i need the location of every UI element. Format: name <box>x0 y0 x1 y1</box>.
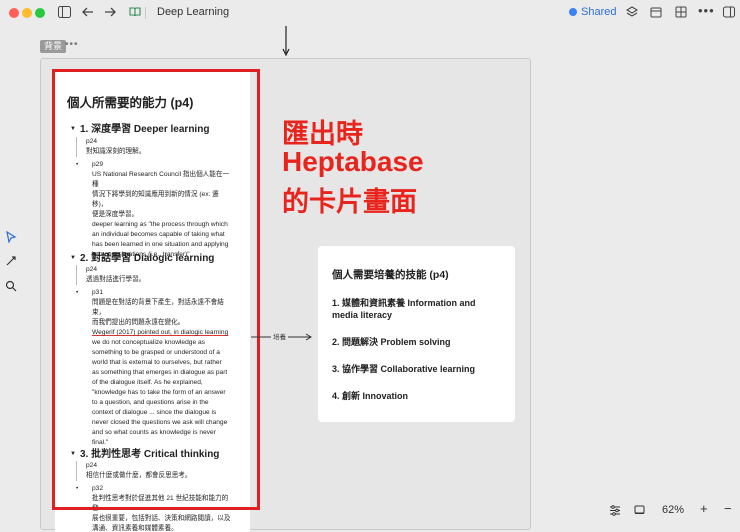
section-more-icon[interactable]: ••• <box>65 39 79 50</box>
settings-icon[interactable] <box>609 505 621 516</box>
forward-arrow-icon[interactable] <box>104 7 116 17</box>
red-highlight-box <box>52 69 260 510</box>
search-icon[interactable] <box>5 280 17 292</box>
toolbar-separator <box>145 7 146 19</box>
list-item: 4. 創新 Innovation <box>332 391 409 401</box>
title-bar: Deep Learning Shared ••• <box>0 0 740 26</box>
calendar-icon[interactable] <box>650 6 662 18</box>
list-item: 1. 媒體和資訊素養 Information and media literac… <box>332 298 476 320</box>
shared-label: Shared <box>581 6 617 18</box>
down-arrow-annotation <box>282 26 290 56</box>
shared-status[interactable]: Shared <box>569 6 616 18</box>
zoom-out-button[interactable]: − <box>724 501 732 516</box>
list-item: 3. 協作學習 Collaborative learning <box>332 364 476 374</box>
annotation-line-2: Heptabase <box>282 146 424 177</box>
connector-label[interactable]: 培養 <box>271 331 288 341</box>
list-item: 2. 問題解決 Problem solving <box>332 337 451 347</box>
card-individual-skills[interactable]: 個人需要培養的技能 (p4) 1. 媒體和資訊素養 Information an… <box>318 246 515 422</box>
minimize-window-button[interactable] <box>22 8 32 18</box>
grid-icon[interactable] <box>675 6 687 18</box>
back-arrow-icon[interactable] <box>82 7 94 17</box>
book-icon[interactable] <box>129 7 141 17</box>
panel-icon[interactable] <box>723 6 735 18</box>
more-icon[interactable]: ••• <box>698 3 715 19</box>
zoom-level[interactable]: 62% <box>662 504 684 516</box>
whiteboard-title[interactable]: Deep Learning <box>157 6 229 18</box>
shared-dot-icon <box>569 8 577 16</box>
annotation-line-3: 的卡片畫面 <box>282 187 417 217</box>
zoom-in-button[interactable]: + <box>700 501 708 516</box>
zoom-window-button[interactable] <box>35 8 45 18</box>
section-tag[interactable]: 背景 <box>40 40 67 53</box>
close-window-button[interactable] <box>9 8 19 18</box>
pen-icon[interactable] <box>5 255 17 267</box>
card-title: 個人需要培養的技能 (p4) <box>332 269 449 281</box>
sidebar-toggle-icon[interactable] <box>58 6 71 18</box>
layers-icon[interactable] <box>626 6 638 18</box>
select-arrow-icon[interactable] <box>5 231 17 243</box>
card-icon[interactable] <box>634 505 645 515</box>
